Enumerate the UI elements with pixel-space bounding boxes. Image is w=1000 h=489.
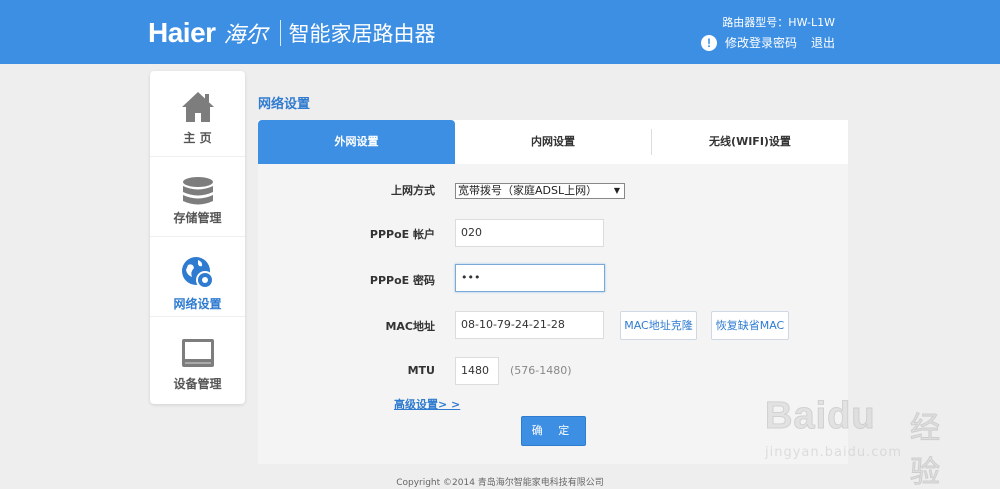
dropdown-arrow-icon: ▼ — [613, 186, 620, 195]
watermark-cn: 经验 — [910, 411, 941, 489]
tab-wan-settings[interactable]: 外网设置 — [258, 120, 455, 164]
network-gear-icon — [182, 257, 214, 289]
product-name: 智能家居路由器 — [288, 22, 436, 46]
pppoe-account-input[interactable]: 020 — [455, 219, 604, 247]
change-password-link[interactable]: 修改登录密码 — [725, 34, 797, 51]
pppoe-account-label: PPPoE 帐户 — [369, 228, 435, 241]
watermark-url: jingyan.baidu.com — [765, 445, 902, 460]
conn-type-select[interactable]: 宽带拨号（家庭ADSL上网） ▼ — [455, 183, 625, 199]
tab-lan-settings[interactable]: 内网设置 — [455, 120, 651, 164]
device-icon — [182, 339, 214, 367]
router-model: 路由器型号：HW-L1W — [722, 16, 835, 29]
top-header: Haier 海尔 智能家居路由器 路由器型号：HW-L1W ! 修改登录密码 退… — [0, 0, 1000, 64]
exclamation-icon: ! — [700, 34, 717, 51]
advanced-settings-link[interactable]: 高级设置> > — [394, 396, 460, 412]
footer-copyright: Copyright ©2014 青岛海尔智能家电科技有限公司 — [396, 478, 604, 488]
pppoe-password-input[interactable]: ••• — [455, 264, 605, 292]
header-links: ! 修改登录密码 退出 — [700, 34, 835, 51]
pppoe-password-label: PPPoE 密码 — [369, 274, 435, 287]
conn-type-label: 上网方式 — [391, 184, 435, 197]
tab-wifi-settings[interactable]: 无线(WIFI)设置 — [652, 120, 848, 164]
tab-bar: 外网设置 内网设置 无线(WIFI)设置 — [258, 120, 848, 164]
logo-chinese: 海尔 — [223, 23, 268, 48]
database-icon — [183, 177, 213, 205]
mtu-label: MTU — [407, 364, 435, 377]
sidebar-item-label: 设备管理 — [173, 377, 222, 391]
sidebar-nav: 主 页 存储管理 网络设置 设备管理 — [150, 71, 245, 404]
sidebar-item-storage[interactable]: 存储管理 — [150, 156, 245, 236]
sidebar-item-device[interactable]: 设备管理 — [150, 316, 245, 396]
mtu-input[interactable]: 1480 — [455, 357, 499, 385]
sidebar-item-network[interactable]: 网络设置 — [150, 236, 245, 316]
mac-restore-button[interactable]: 恢复缺省MAC — [711, 311, 789, 340]
confirm-button[interactable]: 确 定 — [521, 416, 586, 446]
page-title: 网络设置 — [258, 97, 311, 112]
sidebar-item-label: 存储管理 — [173, 211, 222, 225]
logout-link[interactable]: 退出 — [811, 34, 835, 51]
mac-address-label: MAC地址 — [385, 320, 435, 333]
haier-logo: Haier 海尔 智能家居路由器 — [148, 17, 436, 48]
watermark-main: Baidu — [765, 395, 876, 438]
sidebar-item-label: 网络设置 — [173, 297, 222, 311]
baidu-watermark: Baidu 经验 jingyan.baidu.com — [765, 395, 955, 489]
home-icon — [182, 92, 214, 122]
sidebar-item-label: 主 页 — [183, 131, 212, 145]
sidebar-item-home[interactable]: 主 页 — [150, 71, 245, 151]
mac-address-input[interactable]: 08-10-79-24-21-28 — [455, 311, 604, 339]
logo-divider — [279, 20, 281, 46]
conn-type-value: 宽带拨号（家庭ADSL上网） — [458, 184, 598, 197]
mtu-range-hint: (576-1480) — [510, 364, 572, 377]
mac-clone-button[interactable]: MAC地址克隆 — [620, 311, 697, 340]
logo-brand: Haier — [148, 17, 216, 48]
